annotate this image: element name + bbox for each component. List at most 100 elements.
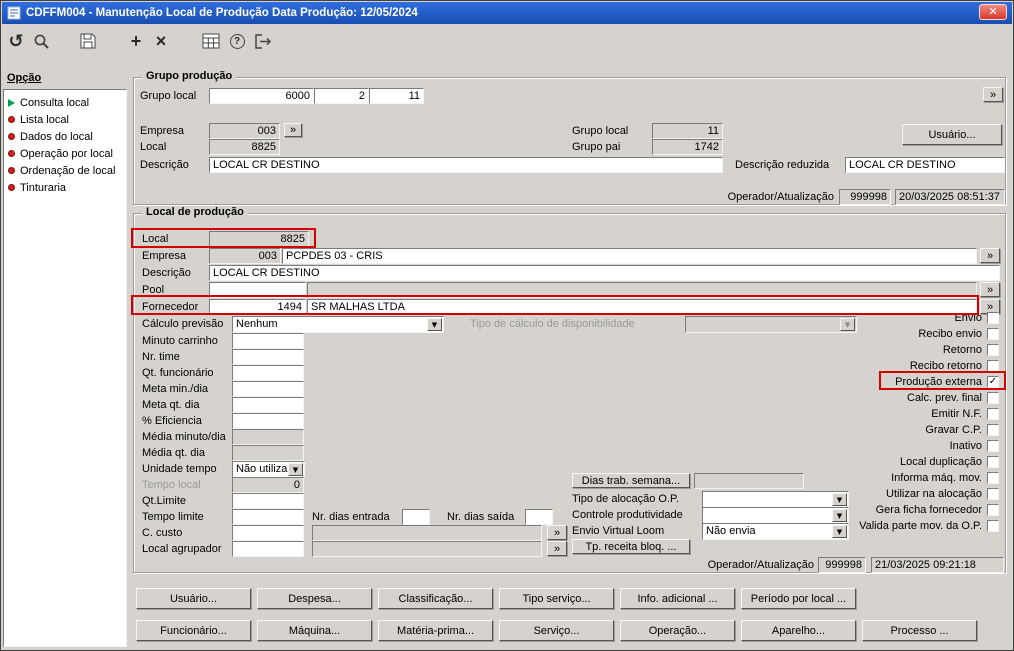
descricao-reduzida-label: Descrição reduzida (735, 159, 830, 171)
sidebar-menu: Consulta local Lista local Dados do loca… (3, 89, 127, 647)
c-custo-lookup-button[interactable]: » (547, 525, 567, 540)
bottom-action-button[interactable]: Tipo serviço... (499, 588, 614, 609)
bottom-action-button[interactable]: Máquina... (257, 620, 372, 641)
checkbox[interactable] (987, 392, 999, 404)
meta-min-dia-input[interactable] (232, 381, 304, 397)
qt-funcionario-input[interactable] (232, 365, 304, 381)
grupo-local-input-2[interactable] (314, 88, 369, 104)
pool-input[interactable] (209, 282, 306, 298)
meta-qt-dia-input[interactable] (232, 397, 304, 413)
fornecedor-input[interactable] (209, 299, 306, 315)
checkbox[interactable] (987, 440, 999, 452)
dias-trab-semana-button[interactable]: Dias trab. semana... (572, 473, 690, 488)
calendar-icon[interactable] (198, 28, 224, 54)
descricao-reduzida-input[interactable] (845, 157, 1005, 173)
checkbox-row[interactable]: Valida parte mov. da O.P. (769, 518, 999, 534)
bottom-action-button[interactable]: Processo ... (862, 620, 977, 641)
delete-icon[interactable]: × (148, 28, 174, 54)
checkbox-row[interactable]: Inativo (769, 438, 999, 454)
pool-lookup-button[interactable]: » (980, 282, 1000, 297)
bottom-action-button[interactable]: Matéria-prima... (378, 620, 493, 641)
chevron-down-icon[interactable]: ▼ (427, 318, 442, 331)
sidebar-item[interactable]: Consulta local (4, 94, 126, 111)
lp-descricao-input[interactable] (209, 265, 1000, 281)
descricao-input[interactable] (209, 157, 723, 173)
checkbox[interactable] (987, 408, 999, 420)
chevron-down-icon[interactable]: ▼ (288, 463, 303, 476)
save-icon[interactable] (75, 28, 101, 54)
checkbox-row[interactable]: Informa máq. mov. (769, 470, 999, 486)
checkbox[interactable] (987, 360, 999, 372)
eficiencia-input[interactable] (232, 413, 304, 429)
lp-empresa-lookup-button[interactable]: » (980, 248, 1000, 263)
bottom-action-button[interactable]: Despesa... (257, 588, 372, 609)
bottom-action-button[interactable]: Período por local ... (741, 588, 856, 609)
checkbox[interactable] (987, 424, 999, 436)
nr-dias-saida-input[interactable] (525, 509, 553, 525)
bottom-action-button[interactable]: Serviço... (499, 620, 614, 641)
local-agrupador-input[interactable] (232, 541, 304, 557)
sidebar-item-label: Ordenação de local (20, 164, 116, 177)
exit-icon[interactable] (250, 28, 276, 54)
checkbox-row[interactable]: Envio (769, 310, 999, 326)
pool-desc-field (307, 282, 977, 298)
calculo-previsao-label: Cálculo previsão (142, 318, 224, 330)
sidebar-item[interactable]: Tinturaria (4, 179, 126, 196)
checkbox-row[interactable]: Recibo envio (769, 326, 999, 342)
checkbox[interactable] (987, 312, 999, 324)
calculo-previsao-select[interactable]: Nenhum ▼ (232, 316, 444, 333)
help-icon[interactable]: ? (224, 28, 250, 54)
grupo-local-input-3[interactable] (369, 88, 424, 104)
checkbox[interactable] (987, 472, 999, 484)
pool-label: Pool (142, 284, 165, 296)
checkbox-row[interactable]: Gravar C.P. (769, 422, 999, 438)
sidebar-item[interactable]: Dados do local (4, 128, 126, 145)
minuto-carrinho-input[interactable] (232, 333, 304, 349)
unidade-tempo-select[interactable]: Não utiliza ▼ (232, 461, 305, 478)
bottom-action-button[interactable]: Funcionário... (136, 620, 251, 641)
empresa-lookup-button[interactable]: » (284, 123, 302, 137)
lp-empresa-desc-input[interactable] (282, 248, 977, 264)
checkbox-row[interactable]: Local duplicação (769, 454, 999, 470)
usuario-button[interactable]: Usuário... (902, 124, 1002, 145)
sidebar-item[interactable]: Lista local (4, 111, 126, 128)
checkbox[interactable] (987, 504, 999, 516)
checkbox-label: Recibo envio (918, 328, 982, 340)
nr-time-input[interactable] (232, 349, 304, 365)
checkbox-row[interactable]: Utilizar na alocação (769, 486, 999, 502)
checkbox[interactable] (987, 344, 999, 356)
checkbox[interactable] (987, 488, 999, 500)
bottom-action-button[interactable]: Operação... (620, 620, 735, 641)
checkbox-row[interactable]: Emitir N.F. (769, 406, 999, 422)
bottom-action-button[interactable]: Classificação... (378, 588, 493, 609)
checkbox-row[interactable]: Retorno (769, 342, 999, 358)
add-icon[interactable]: + (123, 28, 149, 54)
bottom-action-button[interactable]: Usuário... (136, 588, 251, 609)
checkbox-row[interactable]: Recibo retorno (769, 358, 999, 374)
close-icon[interactable]: ✕ (979, 4, 1007, 20)
sidebar-item-icon (8, 184, 15, 191)
tp-receita-bloq-button[interactable]: Tp. receita bloq. ... (572, 539, 690, 554)
checkbox[interactable] (987, 328, 999, 340)
checkbox[interactable]: ✓ (987, 376, 999, 388)
grupo-local-lookup-button[interactable]: » (983, 87, 1003, 102)
nr-dias-entrada-input[interactable] (402, 509, 430, 525)
tempo-limite-input[interactable] (232, 509, 304, 525)
qt-limite-input[interactable] (232, 493, 304, 509)
grupo-local-input-1[interactable] (209, 88, 314, 104)
undo-icon[interactable]: ↺ (3, 28, 29, 54)
nr-dias-entrada-label: Nr. dias entrada (312, 511, 390, 523)
sidebar-item[interactable]: Ordenação de local (4, 162, 126, 179)
checkbox-row[interactable]: Produção externa ✓ (769, 374, 999, 390)
c-custo-input[interactable] (232, 525, 304, 541)
local-agrupador-lookup-button[interactable]: » (547, 541, 567, 556)
bottom-action-button[interactable]: Info. adicional ... (620, 588, 735, 609)
sidebar-item[interactable]: Operação por local (4, 145, 126, 162)
checkbox[interactable] (987, 520, 999, 532)
search-icon[interactable] (28, 28, 54, 54)
checkbox-row[interactable]: Gera ficha fornecedor (769, 502, 999, 518)
bottom-action-button[interactable]: Aparelho... (741, 620, 856, 641)
checkbox-label: Recibo retorno (909, 360, 982, 372)
checkbox[interactable] (987, 456, 999, 468)
checkbox-row[interactable]: Calc. prev. final (769, 390, 999, 406)
